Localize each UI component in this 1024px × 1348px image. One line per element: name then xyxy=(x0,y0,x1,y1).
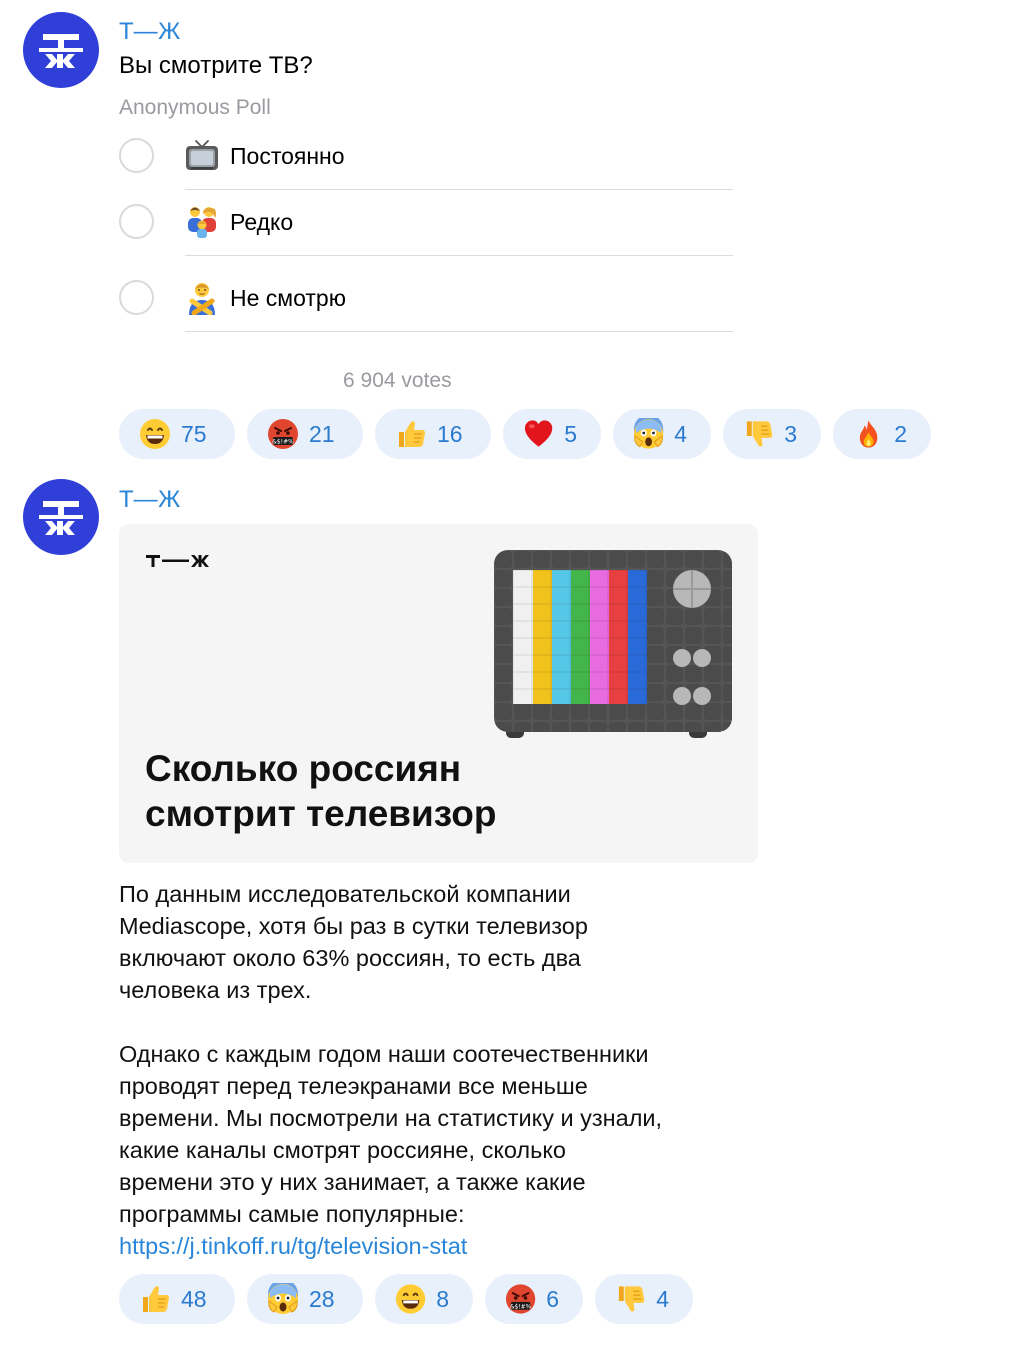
text-line: Однако с каждым годом наши соотечественн… xyxy=(119,1041,649,1067)
reaction-count: 75 xyxy=(181,420,207,447)
author-name[interactable]: Т—Ж xyxy=(119,486,181,514)
text-line: Mediascope, хотя бы раз в сутки телевизо… xyxy=(119,913,588,939)
cursing-face-icon xyxy=(267,418,299,450)
reaction-count: 2 xyxy=(894,420,907,447)
cursing-face-icon xyxy=(505,1283,536,1315)
text-line: какие каналы смотрят россияне, сколько xyxy=(119,1137,566,1163)
thumbs-down-icon xyxy=(615,1283,646,1315)
reaction-count: 28 xyxy=(309,1285,335,1312)
channel-avatar[interactable] xyxy=(23,12,99,88)
poll-vote-count: 6 904 votes xyxy=(343,369,452,392)
divider xyxy=(185,255,733,256)
fire-icon xyxy=(853,418,884,450)
reaction-thumbs-down[interactable]: 4 xyxy=(595,1274,693,1324)
screaming-face-icon xyxy=(267,1283,299,1315)
reactions-bar: 48 28 8 6 4 xyxy=(119,1274,693,1324)
divider xyxy=(185,189,733,190)
text-line: программы самые популярные: xyxy=(119,1201,465,1227)
title-line: Сколько россиян xyxy=(145,748,462,789)
reaction-count: 8 xyxy=(436,1285,449,1312)
reaction-heart[interactable]: 5 xyxy=(503,409,601,459)
reaction-thumbs-up[interactable]: 48 xyxy=(119,1274,235,1324)
channel-avatar[interactable] xyxy=(23,479,99,555)
reaction-count: 3 xyxy=(784,420,797,447)
post-body: По данным исследовательской компании Med… xyxy=(119,878,779,1262)
article-preview-title: Сколько россиян смотрит телевизор xyxy=(145,746,496,836)
poll-option-label: Постоянно xyxy=(230,143,345,169)
radio-button[interactable] xyxy=(119,204,154,239)
radio-button[interactable] xyxy=(119,280,154,315)
poll-question: Вы смотрите ТВ? xyxy=(119,52,313,79)
radio-button[interactable] xyxy=(119,138,154,173)
poll-option-constantly[interactable]: Постоянно xyxy=(119,137,733,197)
thumbs-up-icon xyxy=(395,418,427,450)
reaction-fire[interactable]: 2 xyxy=(833,409,931,459)
reaction-thumbs-down[interactable]: 3 xyxy=(723,409,821,459)
reaction-screaming[interactable]: 28 xyxy=(247,1274,363,1324)
article-link[interactable]: https://j.tinkoff.ru/tg/television-stat xyxy=(119,1233,467,1259)
reaction-grinning[interactable]: 75 xyxy=(119,409,235,459)
reaction-count: 4 xyxy=(656,1285,669,1312)
grinning-face-icon xyxy=(139,418,171,450)
text-line: включают около 63% россиян, то есть два xyxy=(119,945,581,971)
poll-option-rarely[interactable]: Редко xyxy=(119,203,733,263)
tzh-logo-icon xyxy=(39,34,83,68)
poll-option-label: Не смотрю xyxy=(230,285,346,311)
family-icon xyxy=(185,205,219,239)
reaction-screaming[interactable]: 4 xyxy=(613,409,711,459)
article-preview-card[interactable]: Сколько россиян смотрит телевизор xyxy=(119,524,758,863)
reaction-count: 6 xyxy=(546,1285,559,1312)
thumbs-down-icon xyxy=(743,418,774,450)
poll-type-label: Anonymous Poll xyxy=(119,96,271,119)
poll-option-dont-watch[interactable]: Не смотрю xyxy=(119,279,733,339)
author-name[interactable]: Т—Ж xyxy=(119,18,181,46)
reaction-count: 48 xyxy=(181,1285,207,1312)
reaction-count: 4 xyxy=(674,420,687,447)
grinning-face-icon xyxy=(395,1283,426,1315)
poll-option-label: Редко xyxy=(230,209,294,235)
retro-tv-illustration xyxy=(494,550,732,738)
reactions-bar: 75 21 16 5 4 3 2 xyxy=(119,409,931,459)
divider xyxy=(185,331,733,332)
reaction-thumbs-up[interactable]: 16 xyxy=(375,409,491,459)
text-line: человека из трех. xyxy=(119,977,312,1003)
reaction-cursing[interactable]: 21 xyxy=(247,409,363,459)
text-line: времени. Мы посмотрели на статистику и у… xyxy=(119,1105,663,1131)
reaction-grinning[interactable]: 8 xyxy=(375,1274,473,1324)
person-gesturing-no-icon xyxy=(185,281,219,315)
thumbs-up-icon xyxy=(139,1283,171,1315)
tzh-logo-icon xyxy=(39,501,83,535)
title-line: смотрит телевизор xyxy=(145,793,497,834)
text-line: По данным исследовательской компании xyxy=(119,881,571,907)
screaming-face-icon xyxy=(633,418,664,450)
reaction-count: 16 xyxy=(437,420,463,447)
reaction-cursing[interactable]: 6 xyxy=(485,1274,583,1324)
text-line: проводят перед телеэкранами все меньше xyxy=(119,1073,588,1099)
red-heart-icon xyxy=(523,418,554,450)
text-line: времени это у них занимает, а также каки… xyxy=(119,1169,586,1195)
reaction-count: 21 xyxy=(309,420,335,447)
tv-icon xyxy=(185,139,219,173)
tzh-wordmark-logo xyxy=(146,555,209,567)
reaction-count: 5 xyxy=(564,420,577,447)
